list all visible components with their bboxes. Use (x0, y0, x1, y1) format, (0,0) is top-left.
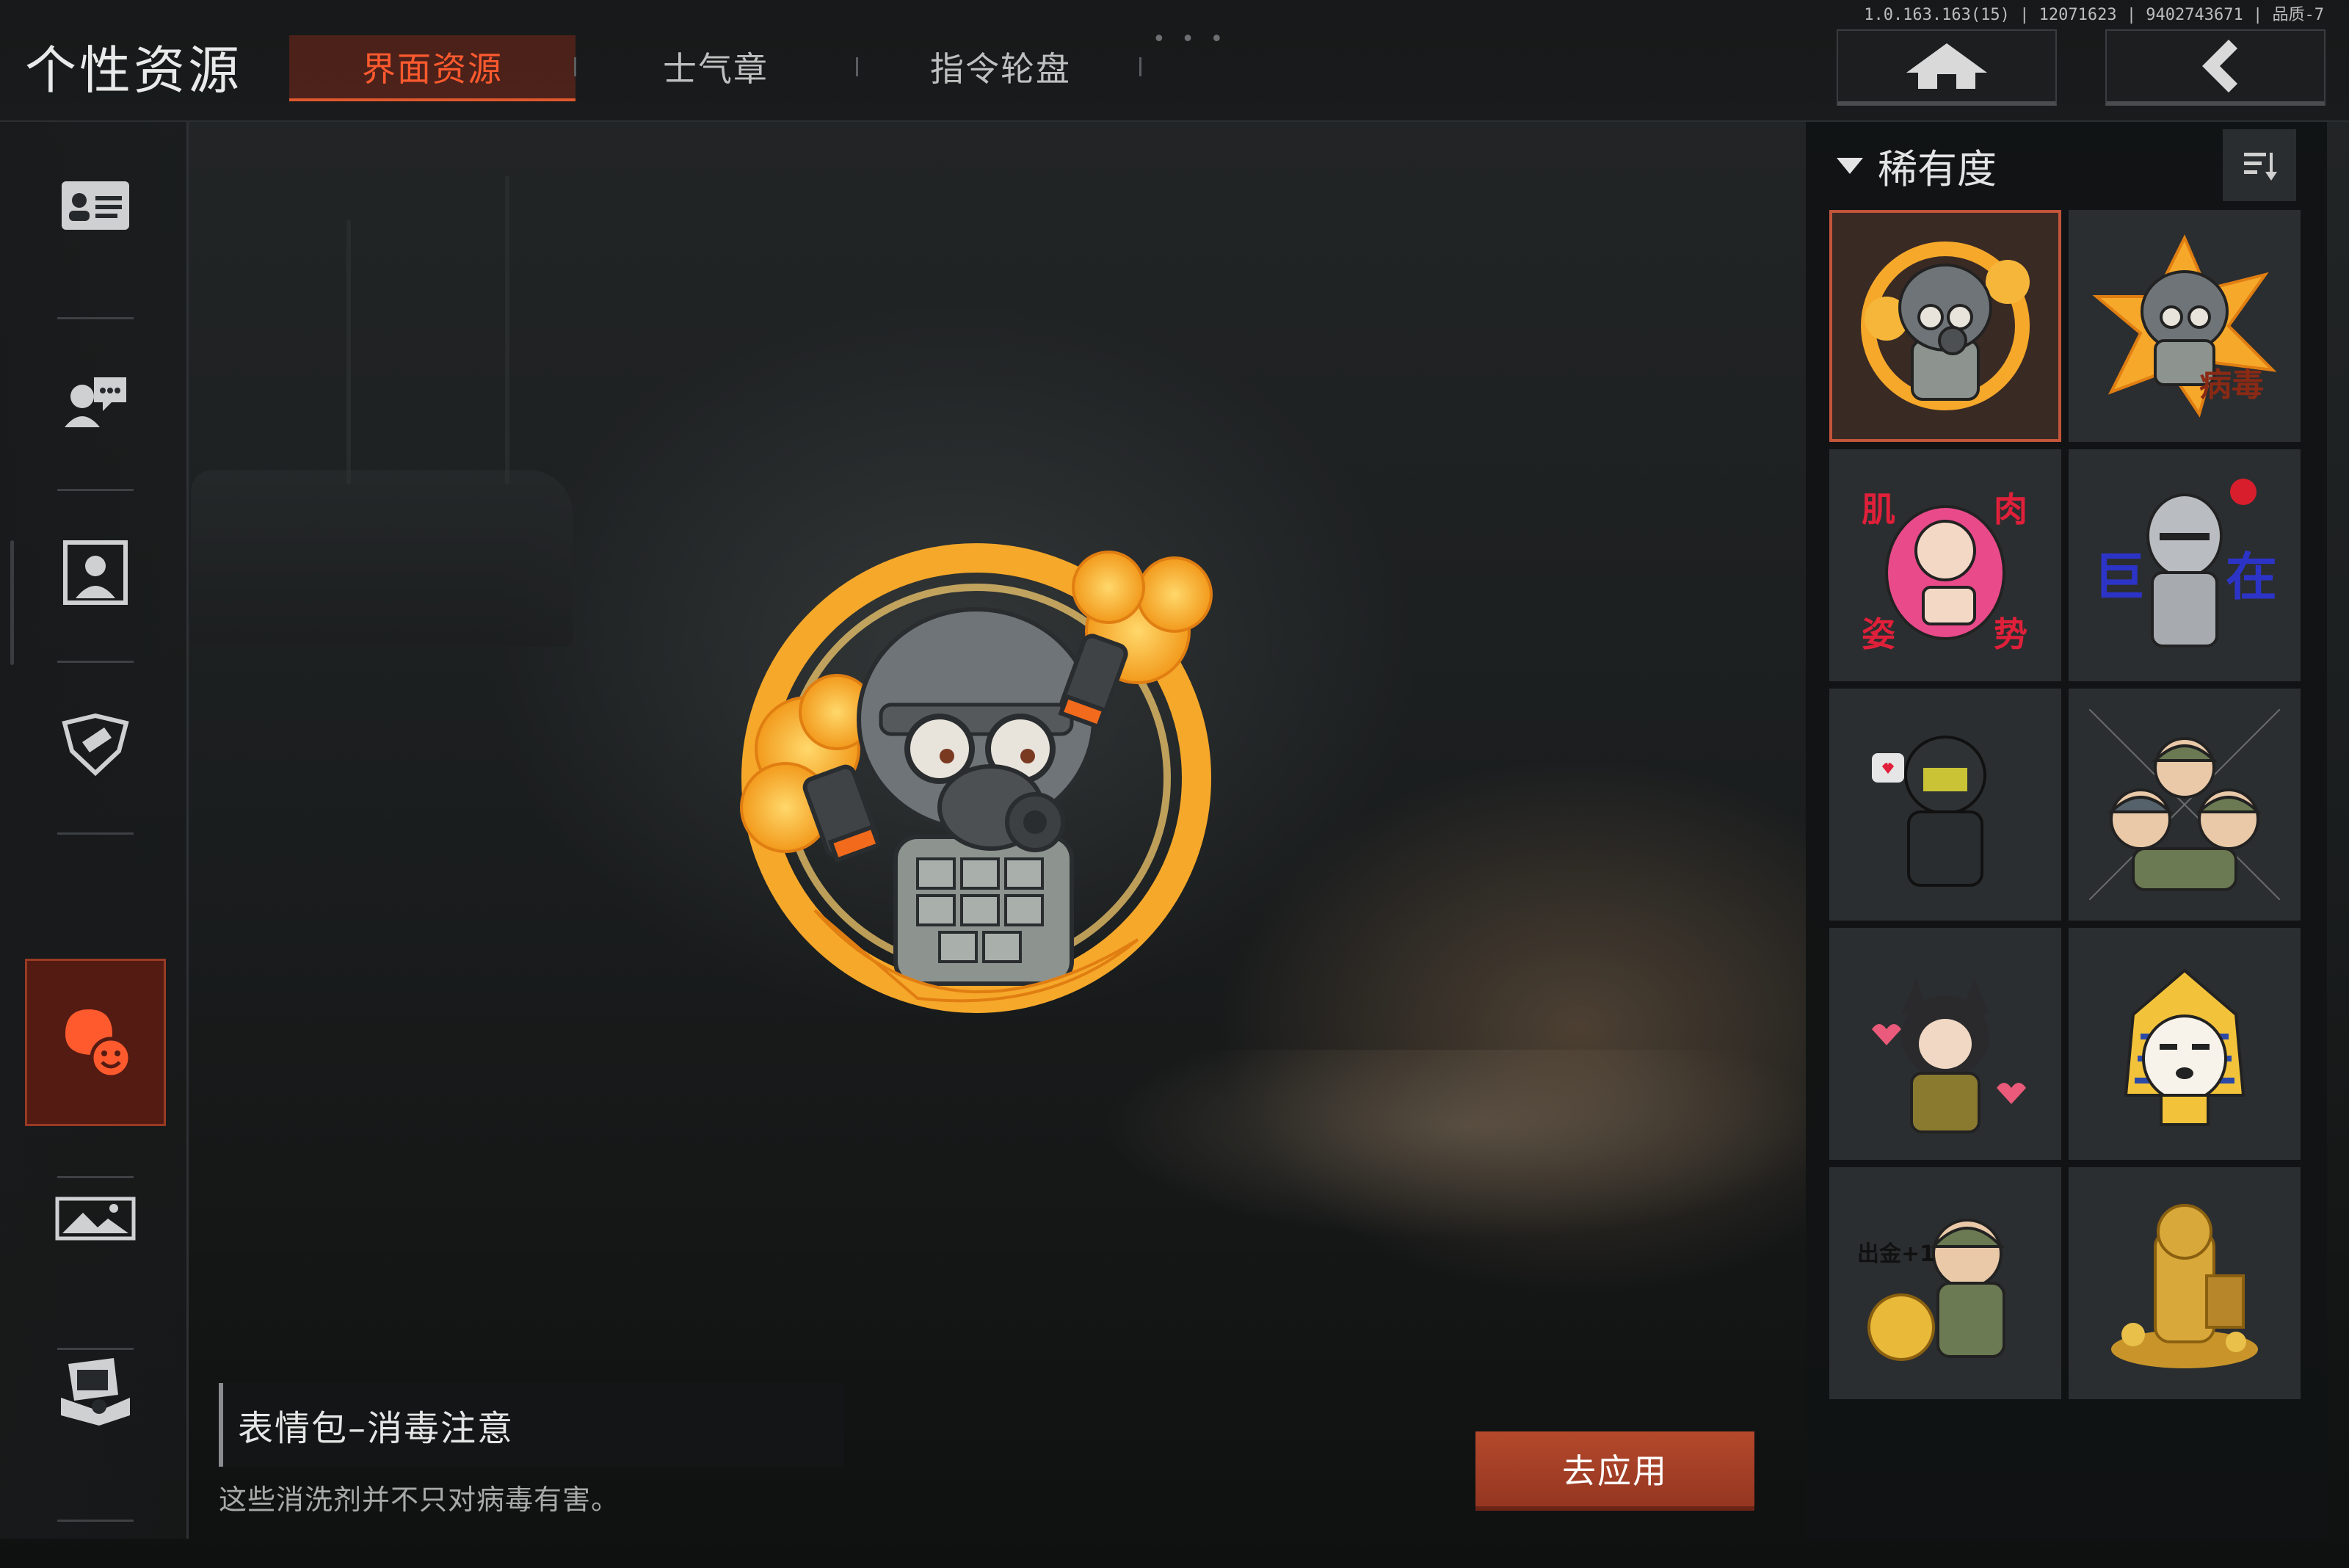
antenna-pole (505, 176, 509, 484)
cat-girl-icon (1872, 978, 2026, 1133)
sidebar-item-portrait-frame[interactable] (25, 489, 166, 656)
category-sidebar (0, 122, 189, 1539)
image-banner-icon (55, 1197, 136, 1241)
antenna-pole (346, 220, 351, 484)
item-name-box: 表情包–消毒注意 (219, 1383, 844, 1467)
portrait-frame-icon (63, 540, 128, 605)
sticker-cell-1[interactable] (1829, 210, 2061, 442)
tank-silhouette (191, 470, 573, 646)
sidebar-divider (57, 1520, 134, 1522)
three-soldiers-icon (2089, 709, 2280, 900)
sticker-cell-3[interactable]: 肌 肉 姿 势 (1829, 449, 2061, 681)
apply-button[interactable]: 去应用 (1475, 1431, 1754, 1511)
caret-down-icon (1837, 157, 1863, 174)
device-kit-icon (61, 1358, 130, 1426)
tab-interface-resources[interactable]: 界面资源 (289, 35, 576, 101)
emoji-sticker-icon (65, 1009, 132, 1079)
sidebar-item-badge[interactable] (25, 661, 166, 828)
pink-girl-icon: 肌 肉 姿 势 (1862, 490, 2027, 654)
back-button[interactable] (2105, 29, 2326, 106)
sticker-cell-5[interactable] (1829, 689, 2061, 921)
sidebar-scrollbar[interactable] (10, 540, 14, 665)
sidebar-item-chat-avatar[interactable] (25, 317, 166, 484)
sticker-cell-7[interactable] (1829, 928, 2061, 1160)
sticker-preview (727, 529, 1226, 1042)
sticker-cell-6[interactable] (2069, 689, 2301, 921)
page-title: 个性资源 (25, 40, 242, 101)
masked-operator-icon (1872, 736, 1986, 887)
item-name: 表情包–消毒注意 (238, 1408, 515, 1449)
sticker-cell-4[interactable]: 巨 在 (2069, 449, 2301, 681)
svg-text:巨: 巨 (2094, 547, 2145, 607)
sidebar-item-emoji-sticker[interactable] (25, 959, 166, 1126)
pharaoh-dog-icon (2124, 968, 2245, 1126)
debris-smoke (1101, 1050, 1835, 1241)
chat-avatar-icon (65, 377, 126, 427)
gold-statue-icon (2111, 1204, 2258, 1368)
svg-text:在: 在 (2226, 547, 2277, 607)
sticker-caption: 出金+1 (1857, 1241, 1935, 1267)
tab-label: 界面资源 (362, 49, 503, 89)
sticker-list-panel: 稀有度 病毒 肌 肉 姿 势 巨 在 出金+1 (1806, 122, 2327, 1539)
home-icon (1906, 43, 1987, 89)
id-card-icon (62, 181, 129, 230)
version-string: 1.0.163.163(15) | 12071623 | 9402743671 … (1864, 6, 2324, 24)
home-button[interactable] (1837, 29, 2057, 106)
sidebar-item-device-kit[interactable] (25, 1307, 166, 1474)
item-description: 这些消洗剂并不只对病毒有害。 (219, 1484, 620, 1516)
sidebar-item-image-banner[interactable] (25, 1135, 166, 1302)
rarity-filter-label: 稀有度 (1878, 146, 1997, 192)
tab-label: 指令轮盘 (930, 49, 1071, 89)
tab-command-wheel[interactable]: 指令轮盘 (857, 35, 1144, 98)
svg-text:姿: 姿 (1862, 614, 1895, 654)
tab-morale-badge[interactable]: 士气章 (573, 35, 859, 98)
back-icon (2202, 40, 2237, 92)
top-bar: 个性资源 界面资源 士气章 指令轮盘 • • • 1.0.163.163(15)… (0, 0, 2349, 122)
sticker-cell-2[interactable]: 病毒 (2069, 210, 2301, 442)
sidebar-divider (57, 832, 134, 835)
sidebar-item-id-card[interactable] (25, 122, 166, 289)
sort-button[interactable] (2223, 129, 2296, 201)
gas-mask-soldier-icon (740, 543, 1213, 1013)
gas-mask-soldier-thumb-icon (1861, 242, 2030, 410)
more-dots: • • • (1152, 26, 1228, 52)
apply-button-label: 去应用 (1562, 1451, 1668, 1491)
soldier-gold-icon: 出金+1 (1857, 1219, 2005, 1361)
svg-text:肉: 肉 (1994, 490, 2027, 529)
svg-text:势: 势 (1994, 614, 2027, 654)
svg-text:肌: 肌 (1862, 490, 1895, 529)
sort-icon (2244, 153, 2277, 181)
knight-rose-icon: 巨 在 (2094, 479, 2277, 647)
badge-shield-icon (62, 713, 129, 776)
rarity-filter[interactable]: 稀有度 (1835, 137, 1997, 195)
tab-divider (1139, 57, 1141, 76)
tab-label: 士气章 (663, 49, 769, 89)
sticker-cell-9[interactable]: 出金+1 (1829, 1167, 2061, 1399)
sticker-cell-8[interactable] (2069, 928, 2301, 1160)
sticker-cell-10[interactable] (2069, 1167, 2301, 1399)
gas-mask-soldier-boom-icon: 病毒 (2092, 234, 2277, 418)
sticker-caption: 病毒 (2199, 366, 2264, 404)
